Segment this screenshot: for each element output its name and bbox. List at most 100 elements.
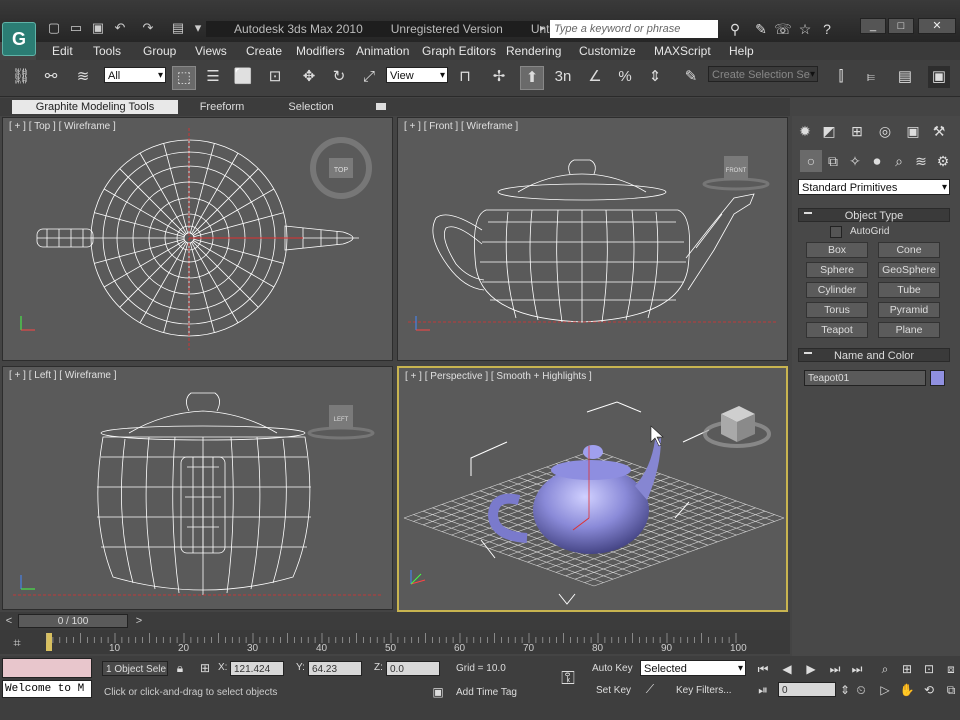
time-prev-icon[interactable]: < — [2, 614, 16, 628]
manipulate-icon[interactable]: ✢ — [488, 66, 510, 88]
binoculars-icon[interactable]: ⚲ — [726, 20, 744, 38]
lights-category-icon[interactable]: ✧ — [844, 150, 866, 172]
mirror-icon[interactable]: ⫿ — [830, 66, 852, 88]
geosphere-button[interactable]: GeoSphere — [878, 262, 940, 278]
sphere-button[interactable]: Sphere — [806, 262, 868, 278]
select-and-move-icon[interactable]: ✥ — [298, 66, 320, 88]
mini-curve-editor-icon[interactable]: ⌗ — [6, 633, 28, 653]
default-in-out-tangents-icon[interactable]: ⟋ — [640, 681, 660, 697]
search-input[interactable]: Type a keyword or phrase — [550, 20, 718, 38]
minimize-button[interactable]: _ — [860, 18, 886, 34]
menu-customize[interactable]: Customize — [579, 43, 636, 59]
named-selection-set-input[interactable]: Create Selection Se — [708, 66, 818, 83]
menu-group[interactable]: Group — [143, 43, 176, 59]
z-coordinate-field[interactable]: 0.0 — [386, 661, 440, 676]
viewport-perspective[interactable]: [ + ] [ Perspective ] [ Smooth + Highlig… — [397, 366, 788, 612]
shapes-category-icon[interactable]: ⧉ — [822, 150, 844, 172]
save-file-icon[interactable]: ▣ — [90, 20, 106, 36]
selection-filter-dropdown[interactable]: All — [104, 67, 166, 84]
rect-selection-icon[interactable]: ⬜ — [232, 66, 254, 88]
viewcube-perspective[interactable] — [703, 406, 771, 448]
field-of-view-icon[interactable]: ▷ — [876, 681, 894, 699]
torus-button[interactable]: Torus — [806, 302, 868, 318]
window-crossing-icon[interactable]: ⊡ — [264, 66, 286, 88]
unlink-icon[interactable]: ⚯ — [40, 66, 62, 88]
teapot-object[interactable] — [487, 438, 661, 554]
time-slider[interactable]: 0 / 100 — [18, 614, 128, 628]
snap-toggle-icon[interactable]: 3n — [552, 66, 574, 88]
pyramid-button[interactable]: Pyramid — [878, 302, 940, 318]
graphite-toggle-icon[interactable]: ▣ — [928, 66, 950, 88]
maximize-viewport-icon[interactable]: ⧉ — [942, 681, 960, 699]
cone-button[interactable]: Cone — [878, 242, 940, 258]
autogrid-checkbox[interactable] — [830, 226, 842, 238]
tube-button[interactable]: Tube — [878, 282, 940, 298]
time-next-icon[interactable]: > — [132, 614, 146, 628]
set-key-icon[interactable]: ⚿ — [554, 666, 582, 690]
plane-button[interactable]: Plane — [878, 322, 940, 338]
pan-view-icon[interactable]: ✋ — [898, 681, 916, 699]
systems-category-icon[interactable]: ⚙ — [932, 150, 954, 172]
maxscript-listener-input[interactable]: Welcome to M — [2, 680, 92, 698]
utilities-panel-icon[interactable]: ⚒ — [928, 120, 950, 142]
favorites-icon[interactable]: ☆ — [796, 20, 814, 38]
reference-coordinate-dropdown[interactable]: View — [386, 67, 448, 84]
app-logo-button[interactable]: G — [2, 22, 36, 56]
key-filters-button[interactable]: Key Filters... — [676, 685, 732, 696]
selection-lock-icon[interactable]: 🔒︎ — [172, 660, 188, 676]
viewport-top[interactable]: [ + ] [ Top ] [ Wireframe ] TOP — [2, 117, 393, 361]
menu-maxscript[interactable]: MAXScript — [654, 43, 711, 59]
redo-icon[interactable]: ↷ — [140, 20, 156, 36]
hierarchy-panel-icon[interactable]: ⊞ — [846, 120, 868, 142]
spacewarps-category-icon[interactable]: ≋ — [910, 150, 932, 172]
menu-help[interactable]: Help — [729, 43, 754, 59]
select-and-link-icon[interactable]: ⛓ — [10, 66, 32, 88]
menu-tools[interactable]: Tools — [93, 43, 121, 59]
frame-spinner-icon[interactable]: ⇕ — [840, 681, 850, 699]
cameras-category-icon[interactable]: ⏺ — [866, 150, 888, 172]
open-file-icon[interactable]: ▭ — [68, 20, 84, 36]
motion-panel-icon[interactable]: ◎ — [874, 120, 896, 142]
tab-selection[interactable]: Selection — [276, 100, 346, 114]
spinner-snap-icon[interactable]: ⇕ — [644, 66, 666, 88]
menu-edit[interactable]: Edit — [52, 43, 73, 59]
maxscript-listener-top[interactable] — [2, 658, 92, 678]
name-color-rollout-header[interactable]: Name and Color — [798, 348, 950, 362]
angle-snap-icon[interactable]: ∠ — [584, 66, 606, 88]
add-time-tag-button[interactable]: Add Time Tag — [456, 687, 517, 698]
display-panel-icon[interactable]: ▣ — [902, 120, 924, 142]
select-by-name-icon[interactable]: ☰ — [202, 66, 224, 88]
select-object-icon[interactable]: ⬚ — [172, 66, 196, 90]
geometry-category-icon[interactable]: ○ — [800, 150, 822, 172]
layer-manager-icon[interactable]: ▤ — [894, 66, 916, 88]
menu-rendering[interactable]: Rendering — [506, 43, 561, 59]
communication-center-icon[interactable]: ☏ — [774, 20, 792, 38]
object-color-swatch[interactable] — [930, 370, 945, 386]
orbit-icon[interactable]: ⟲ — [920, 681, 938, 699]
zoom-extents-all-icon[interactable]: ⧈ — [942, 660, 960, 678]
key-set-dropdown[interactable]: Selected — [640, 660, 746, 677]
teapot-button[interactable]: Teapot — [806, 322, 868, 338]
undo-icon[interactable]: ↶ — [112, 20, 128, 36]
time-tag-icon[interactable]: ▣ — [430, 684, 446, 700]
go-to-start-icon[interactable]: ⏮ — [754, 660, 772, 678]
edit-named-selection-icon[interactable]: ✎ — [680, 66, 702, 88]
menu-views[interactable]: Views — [195, 43, 227, 59]
project-folder-icon[interactable]: ▤ — [170, 20, 186, 36]
zoom-all-icon[interactable]: ⊞ — [898, 660, 916, 678]
y-coordinate-field[interactable]: 64.23 — [308, 661, 362, 676]
keyboard-shortcut-override-icon[interactable]: ⬆ — [520, 66, 544, 90]
menu-modifiers[interactable]: Modifiers — [296, 43, 345, 59]
time-configuration-icon[interactable]: ⏲ — [852, 681, 870, 699]
align-icon[interactable]: ⫢ — [860, 66, 882, 88]
select-and-scale-icon[interactable]: ⤢ — [358, 66, 380, 88]
menu-graph-editors[interactable]: Graph Editors — [422, 43, 496, 59]
tab-graphite-modeling-tools[interactable]: Graphite Modeling Tools — [12, 100, 178, 114]
zoom-extents-icon[interactable]: ⊡ — [920, 660, 938, 678]
tab-freeform[interactable]: Freeform — [184, 100, 260, 114]
menu-animation[interactable]: Animation — [356, 43, 409, 59]
modify-panel-icon[interactable]: ◩ — [818, 120, 840, 142]
select-and-rotate-icon[interactable]: ↻ — [328, 66, 350, 88]
viewport-front[interactable]: [ + ] [ Front ] [ Wireframe ] FRONT — [397, 117, 788, 361]
create-panel-icon[interactable]: ✹ — [794, 120, 816, 142]
